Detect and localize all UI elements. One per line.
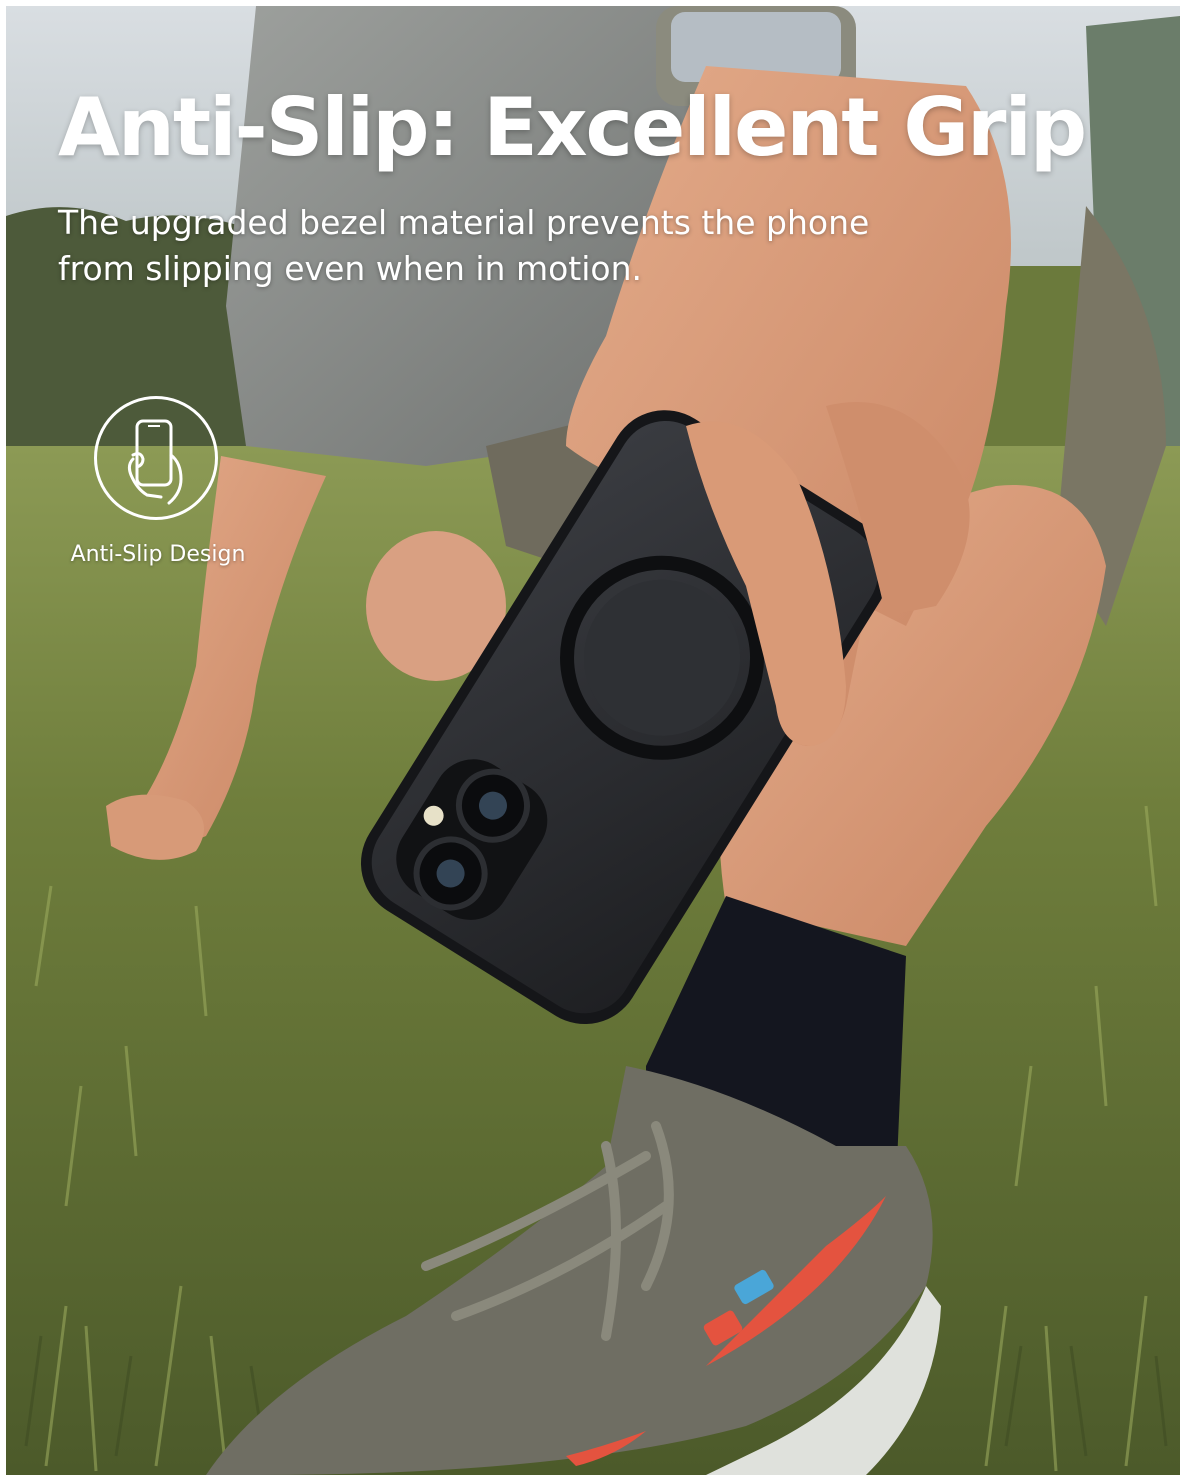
product-banner: Anti-Slip: Excellent Grip The upgraded b… bbox=[6, 6, 1180, 1475]
left-hand bbox=[106, 794, 204, 860]
subtitle: The upgraded bezel material prevents the… bbox=[58, 203, 870, 288]
feature-badge: Anti-Slip Design bbox=[58, 396, 258, 576]
hand-holding-phone-icon bbox=[127, 419, 183, 505]
headline: Anti-Slip: Excellent Grip bbox=[58, 81, 1087, 174]
badge-circle bbox=[94, 396, 218, 520]
badge-label: Anti-Slip Design bbox=[70, 542, 246, 567]
